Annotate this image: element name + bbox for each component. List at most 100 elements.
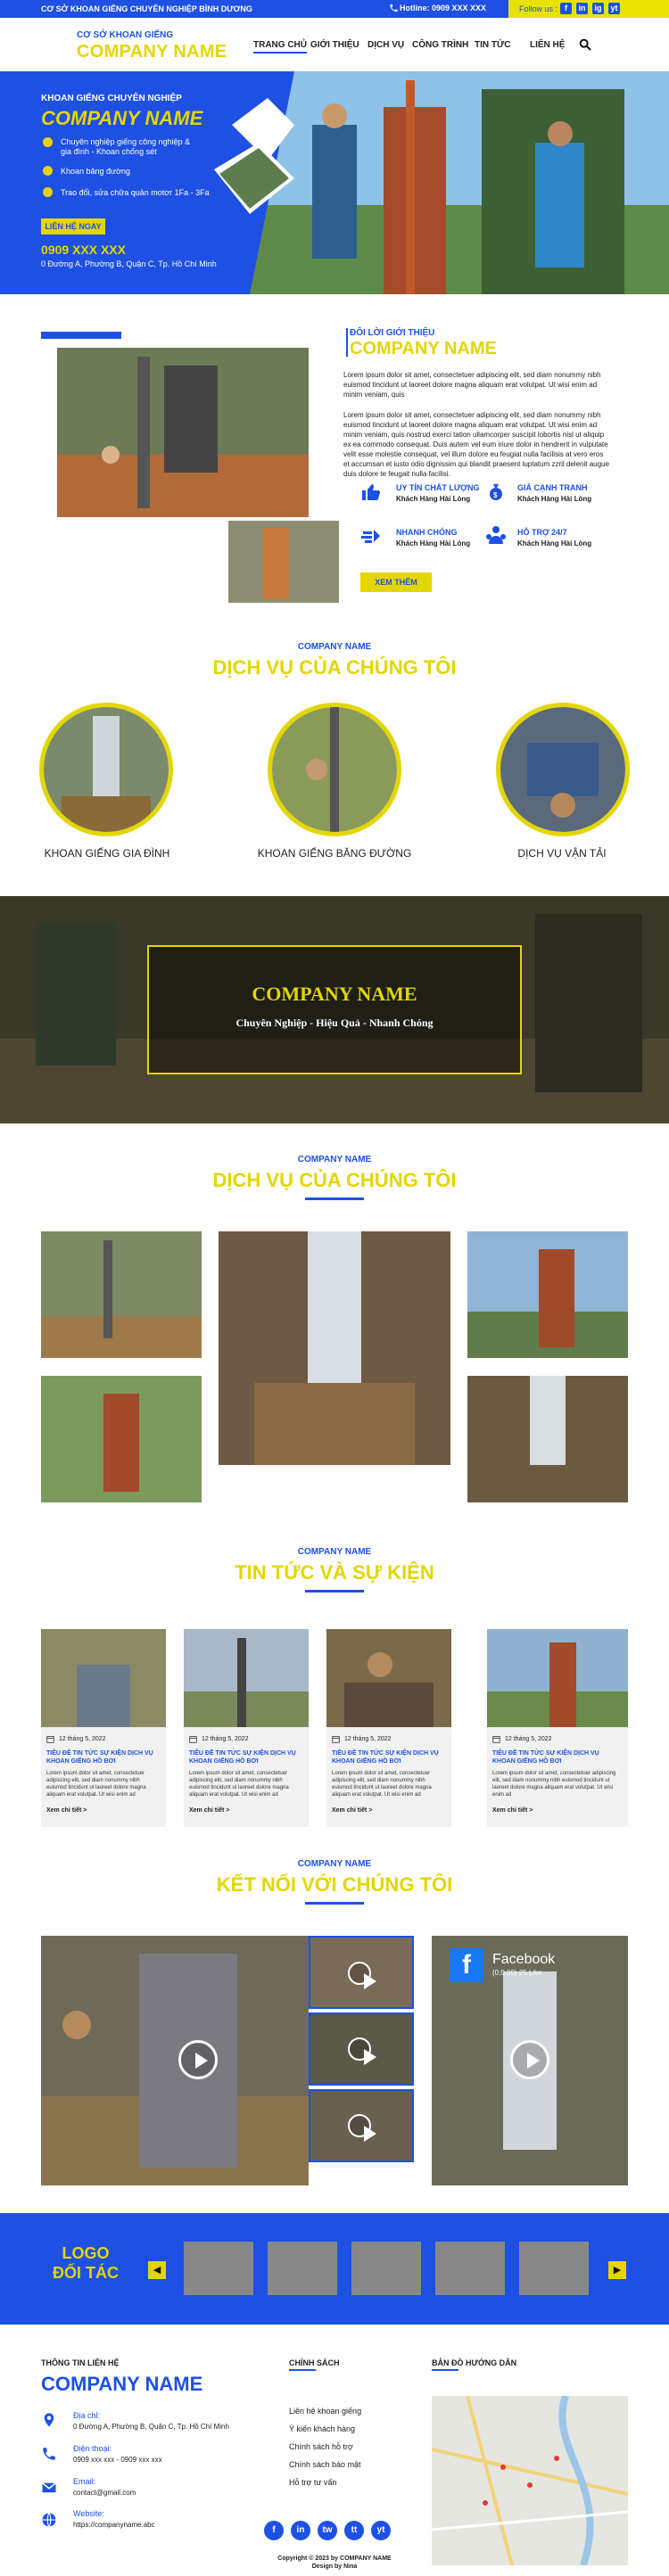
footer-policy-link[interactable]: Liên hệ khoan giếng xyxy=(289,2407,361,2416)
arrow-right-icon[interactable]: ▶ xyxy=(608,2261,626,2279)
news-card[interactable]: 12 tháng 5, 2022 TIÊU ĐỀ TIN TỨC SỰ KIỆN… xyxy=(487,1629,628,1827)
facebook-title[interactable]: Facebook xyxy=(492,1952,555,1968)
services-section: COMPANY NAME DỊCH VỤ CỦA CHÚNG TÔI KHOAN… xyxy=(0,642,669,883)
video-main[interactable] xyxy=(41,1936,309,2185)
partner-logo-5[interactable] xyxy=(519,2242,589,2295)
partner-logo-2[interactable] xyxy=(268,2242,337,2295)
nav-services[interactable]: DỊCH VỤ xyxy=(368,40,404,50)
map-embed[interactable] xyxy=(432,2396,628,2565)
play-icon[interactable] xyxy=(178,2040,218,2079)
heading-underline xyxy=(432,2369,458,2371)
partner-logo-1[interactable] xyxy=(184,2242,253,2295)
gallery-photo-4[interactable] xyxy=(41,1376,202,1502)
play-icon[interactable] xyxy=(510,2040,549,2079)
play-icon[interactable] xyxy=(348,2114,376,2142)
hero-phone[interactable]: 0909 XXX XXX xyxy=(41,243,126,257)
news-read-more[interactable]: Xem chi tiết > xyxy=(492,1807,533,1814)
nav-news[interactable]: TIN TỨC xyxy=(475,40,511,50)
top-bar: CƠ SỞ KHOAN GIẾNG CHUYÊN NGHIỆP BÌNH DƯƠ… xyxy=(0,0,669,18)
speed-icon xyxy=(361,530,380,543)
footer-address: 0 Đường A, Phường B, Quận C, Tp. Hồ Chí … xyxy=(73,2423,229,2431)
youtube-icon[interactable]: yt xyxy=(608,3,620,14)
service-image-2[interactable] xyxy=(268,703,401,836)
nav-about[interactable]: GIỚI THIỆU xyxy=(310,40,359,50)
partner-logo-3[interactable] xyxy=(351,2242,421,2295)
footer-website-label: Website: xyxy=(73,2509,104,2518)
play-icon[interactable] xyxy=(348,2037,376,2065)
nav-contact[interactable]: LIÊN HỆ xyxy=(530,40,565,50)
news-date: 12 tháng 5, 2022 xyxy=(59,1736,106,1742)
news-read-more[interactable]: Xem chi tiết > xyxy=(46,1807,87,1814)
footer-email[interactable]: contact@gmail.com xyxy=(73,2489,136,2497)
news-image xyxy=(487,1629,628,1727)
gallery-title: DỊCH VỤ CỦA CHÚNG TÔI xyxy=(212,1169,457,1191)
news-date: 12 tháng 5, 2022 xyxy=(202,1736,249,1742)
phone-icon xyxy=(43,2448,55,2460)
nav-home[interactable]: TRANG CHỦ xyxy=(253,40,307,53)
gallery-photo-5[interactable] xyxy=(467,1376,628,1502)
gallery-photo-2[interactable] xyxy=(219,1231,450,1465)
connect-title: KẾT NỐI VỚI CHÚNG TÔI xyxy=(216,1873,453,1896)
footer-website[interactable]: https://companyname.abc xyxy=(73,2521,155,2529)
play-icon[interactable] xyxy=(348,1962,376,1989)
news-desc: Lorem ipsum dolor sit amet, consectetuer… xyxy=(189,1771,289,1798)
search-icon[interactable] xyxy=(578,37,592,52)
service-label-1[interactable]: KHOAN GIẾNG GIA ĐÌNH xyxy=(27,847,187,860)
news-read-more[interactable]: Xem chi tiết > xyxy=(332,1807,372,1814)
tiktok-icon[interactable]: tt xyxy=(344,2521,364,2540)
footer-phone[interactable]: 0909 xxx xxx - 0909 xxx xxx xyxy=(73,2456,162,2464)
news-title-text[interactable]: TIÊU ĐỀ TIN TỨC SỰ KIỆN DỊCH VỤ KHOAN GI… xyxy=(492,1749,623,1765)
view-more-button[interactable]: XEM THÊM xyxy=(360,572,432,592)
instagram-icon[interactable]: ig xyxy=(592,3,604,14)
calendar-icon xyxy=(189,1736,197,1743)
footer-policy-link[interactable]: Chính sách hỗ trợ xyxy=(289,2442,353,2451)
hotline-text[interactable]: Hotline: 0909 XXX XXX xyxy=(400,4,486,12)
footer-contact-heading: THÔNG TIN LIÊN HỆ xyxy=(41,2358,120,2367)
service-image-3[interactable] xyxy=(496,703,630,836)
gallery-photo-1[interactable] xyxy=(41,1231,202,1358)
gallery-section: COMPANY NAME DỊCH VỤ CỦA CHÚNG TÔI xyxy=(0,1155,669,1511)
banner-frame: COMPANY NAME Chuyên Nghiệp - Hiệu Quả - … xyxy=(147,945,522,1074)
nav-projects[interactable]: CÔNG TRÌNH xyxy=(412,40,468,50)
facebook-icon[interactable]: f xyxy=(450,1948,483,1982)
partner-logo-4[interactable] xyxy=(435,2242,505,2295)
news-desc: Lorem ipsum dolor sit amet, consectetuer… xyxy=(332,1771,432,1798)
linkedin-icon[interactable]: in xyxy=(291,2521,310,2540)
service-image-1[interactable] xyxy=(39,703,173,836)
hero-item-1: Chuyên nghiệp giếng công nghiệp & gia đì… xyxy=(61,137,191,156)
news-read-more[interactable]: Xem chi tiết > xyxy=(189,1807,229,1814)
contact-now-button[interactable]: LIÊN HỆ NGAY xyxy=(41,218,105,235)
linkedin-icon[interactable]: in xyxy=(576,3,588,14)
check-icon xyxy=(43,137,53,147)
footer-policy-link[interactable]: Ý kiến khách hàng xyxy=(289,2424,355,2433)
news-card[interactable]: 12 tháng 5, 2022 TIÊU ĐỀ TIN TỨC SỰ KIỆN… xyxy=(326,1629,451,1827)
news-date: 12 tháng 5, 2022 xyxy=(505,1736,552,1742)
news-title-text[interactable]: TIÊU ĐỀ TIN TỨC SỰ KIỆN DỊCH VỤ KHOAN GI… xyxy=(46,1749,161,1765)
facebook-icon[interactable]: f xyxy=(560,3,572,14)
feature-title-2: GIÁ CẠNH TRANH xyxy=(517,483,588,492)
hero-company-name: COMPANY NAME xyxy=(41,107,203,129)
news-card[interactable]: 12 tháng 5, 2022 TIÊU ĐỀ TIN TỨC SỰ KIỆN… xyxy=(184,1629,309,1827)
calendar-icon xyxy=(492,1736,500,1743)
about-paragraph-1: Lorem ipsum dolor sit amet, consectetuer… xyxy=(343,371,601,399)
globe-icon xyxy=(42,2513,56,2527)
site-footer: THÔNG TIN LIÊN HỆ COMPANY NAME Địa chỉ: … xyxy=(0,2325,669,2576)
twitter-icon[interactable]: tw xyxy=(318,2521,337,2540)
news-title-text[interactable]: TIÊU ĐỀ TIN TỨC SỰ KIỆN DỊCH VỤ KHOAN GI… xyxy=(189,1749,303,1765)
logo-subtitle[interactable]: CƠ SỞ KHOAN GIẾNG xyxy=(77,30,173,40)
footer-policy-link[interactable]: Hỗ trợ tư vấn xyxy=(289,2478,336,2487)
news-title-text[interactable]: TIÊU ĐỀ TIN TỨC SỰ KIỆN DỊCH VỤ KHOAN GI… xyxy=(332,1749,446,1765)
service-label-2[interactable]: KHOAN GIẾNG BĂNG ĐƯỜNG xyxy=(250,847,419,860)
arrow-left-icon[interactable]: ◀ xyxy=(148,2261,166,2279)
partners-label-1: LOGO xyxy=(62,2244,110,2262)
news-card[interactable]: 12 tháng 5, 2022 TIÊU ĐỀ TIN TỨC SỰ KIỆN… xyxy=(41,1629,166,1827)
logo-name[interactable]: COMPANY NAME xyxy=(77,42,227,62)
tagline-banner: COMPANY NAME Chuyên Nghiệp - Hiệu Quả - … xyxy=(0,896,669,1123)
hero-tagline: KHOAN GIẾNG CHUYÊN NGHIỆP xyxy=(41,94,182,103)
gallery-photo-3[interactable] xyxy=(467,1231,628,1358)
facebook-icon[interactable]: f xyxy=(264,2521,284,2540)
footer-policy-link[interactable]: Chính sách bảo mật xyxy=(289,2460,361,2469)
youtube-icon[interactable]: yt xyxy=(371,2521,391,2540)
gallery-label: COMPANY NAME xyxy=(297,1155,372,1165)
service-label-3[interactable]: DỊCH VỤ VẬN TẢI xyxy=(482,847,642,860)
